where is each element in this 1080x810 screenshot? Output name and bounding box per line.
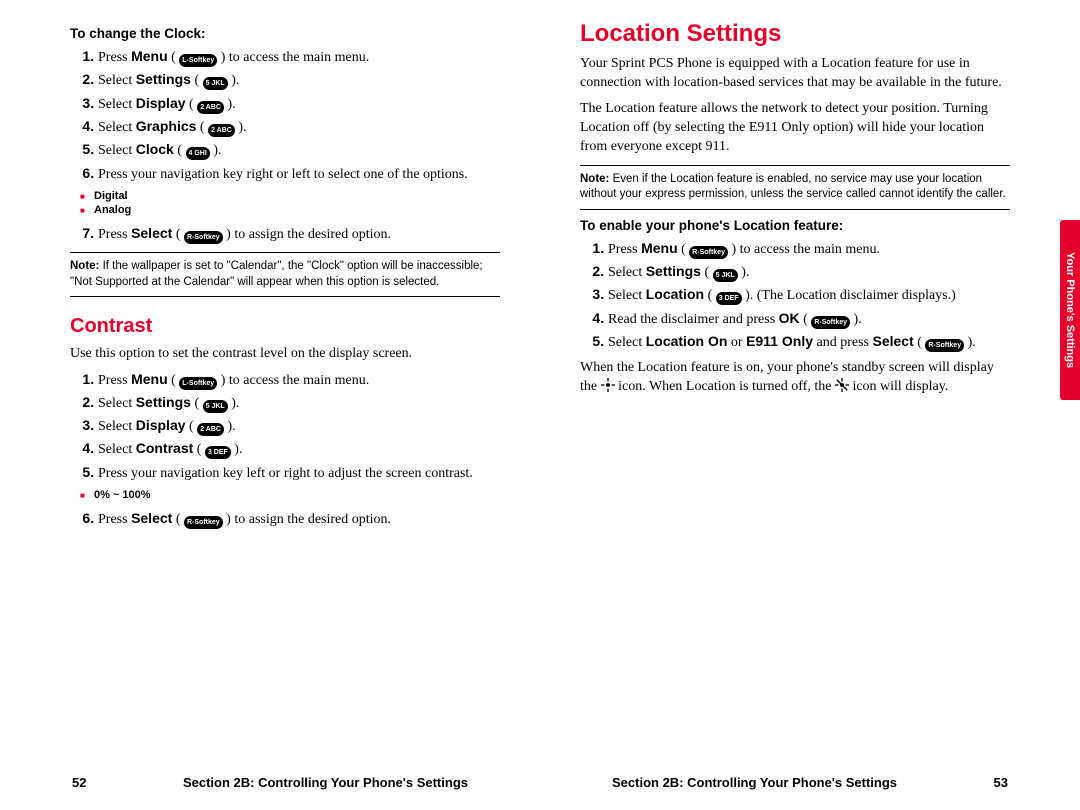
location-p2: The Location feature allows the network … [580, 99, 1010, 157]
location-off-icon [835, 378, 849, 392]
softkey-icon: R-Softkey [811, 316, 850, 329]
key-icon: 4 GHI [186, 147, 210, 160]
location-on-icon [601, 378, 615, 392]
list-item: 0% ~ 100% [94, 489, 500, 501]
location-title: Location Settings [580, 20, 1010, 48]
clock-steps-cont: Press Select ( R-Softkey ) to assign the… [70, 224, 500, 244]
list-item: Analog [94, 204, 500, 216]
key-icon: 5 JKL [713, 269, 738, 282]
left-page: To change the Clock: Press Menu ( L-Soft… [0, 0, 540, 810]
list-item: Select Display ( 2 ABC ). [98, 416, 500, 436]
list-item: Press Select ( R-Softkey ) to assign the… [98, 224, 500, 244]
footer-title: Section 2B: Controlling Your Phone's Set… [612, 775, 897, 790]
contrast-steps-cont: Press Select ( R-Softkey ) to assign the… [70, 509, 500, 529]
list-item: Select Settings ( 5 JKL ). [608, 262, 1010, 282]
list-item: Press your navigation key right or left … [98, 164, 500, 184]
location-summary: When the Location feature is on, your ph… [580, 358, 1010, 397]
list-item: Digital [94, 190, 500, 202]
list-item: Read the disclaimer and press OK ( R-Sof… [608, 309, 1010, 329]
footer-title: Section 2B: Controlling Your Phone's Set… [183, 775, 468, 790]
contrast-steps: Press Menu ( L-Softkey ) to access the m… [70, 370, 500, 484]
page-number: 53 [994, 775, 1008, 790]
left-footer: 52 Section 2B: Controlling Your Phone's … [0, 775, 540, 790]
contrast-title: Contrast [70, 315, 500, 338]
list-item: Select Display ( 2 ABC ). [98, 94, 500, 114]
list-item: Select Settings ( 5 JKL ). [98, 70, 500, 90]
page-number: 52 [72, 775, 86, 790]
list-item: Select Settings ( 5 JKL ). [98, 393, 500, 413]
clock-heading: To change the Clock: [70, 26, 500, 41]
softkey-icon: L-Softkey [179, 377, 217, 390]
side-tab: Your Phone's Settings [1060, 220, 1080, 400]
key-icon: 5 JKL [203, 400, 228, 413]
list-item: Select Location ( 3 DEF ). (The Location… [608, 285, 1010, 305]
note-box: Note: Even if the Location feature is en… [580, 165, 1010, 210]
list-item: Press your navigation key left or right … [98, 463, 500, 483]
key-icon: 5 JKL [203, 77, 228, 90]
right-page: Location Settings Your Sprint PCS Phone … [540, 0, 1080, 810]
note-box: Note: If the wallpaper is set to "Calend… [70, 252, 500, 297]
contrast-intro: Use this option to set the contrast leve… [70, 344, 500, 363]
enable-heading: To enable your phone's Location feature: [580, 218, 1010, 233]
list-item: Select Contrast ( 3 DEF ). [98, 439, 500, 459]
list-item: Select Location On or E911 Only and pres… [608, 332, 1010, 352]
key-icon: 3 DEF [716, 292, 742, 305]
location-p1: Your Sprint PCS Phone is equipped with a… [580, 54, 1010, 93]
right-footer: Section 2B: Controlling Your Phone's Set… [540, 775, 1080, 790]
key-icon: 3 DEF [205, 446, 231, 459]
softkey-icon: R-Softkey [184, 231, 223, 244]
softkey-icon: R-Softkey [689, 246, 728, 259]
key-icon: 2 ABC [197, 423, 224, 436]
clock-options: Digital Analog [70, 190, 500, 216]
list-item: Select Clock ( 4 GHI ). [98, 140, 500, 160]
list-item: Press Menu ( R-Softkey ) to access the m… [608, 239, 1010, 259]
list-item: Press Select ( R-Softkey ) to assign the… [98, 509, 500, 529]
softkey-icon: R-Softkey [184, 516, 223, 529]
contrast-range: 0% ~ 100% [70, 489, 500, 501]
list-item: Press Menu ( L-Softkey ) to access the m… [98, 370, 500, 390]
list-item: Select Graphics ( 2 ABC ). [98, 117, 500, 137]
location-steps: Press Menu ( R-Softkey ) to access the m… [580, 239, 1010, 353]
key-icon: 2 ABC [197, 101, 224, 114]
page-spread: To change the Clock: Press Menu ( L-Soft… [0, 0, 1080, 810]
key-icon: 2 ABC [208, 124, 235, 137]
softkey-icon: L-Softkey [179, 54, 217, 67]
clock-steps: Press Menu ( L-Softkey ) to access the m… [70, 47, 500, 184]
list-item: Press Menu ( L-Softkey ) to access the m… [98, 47, 500, 67]
softkey-icon: R-Softkey [925, 339, 964, 352]
